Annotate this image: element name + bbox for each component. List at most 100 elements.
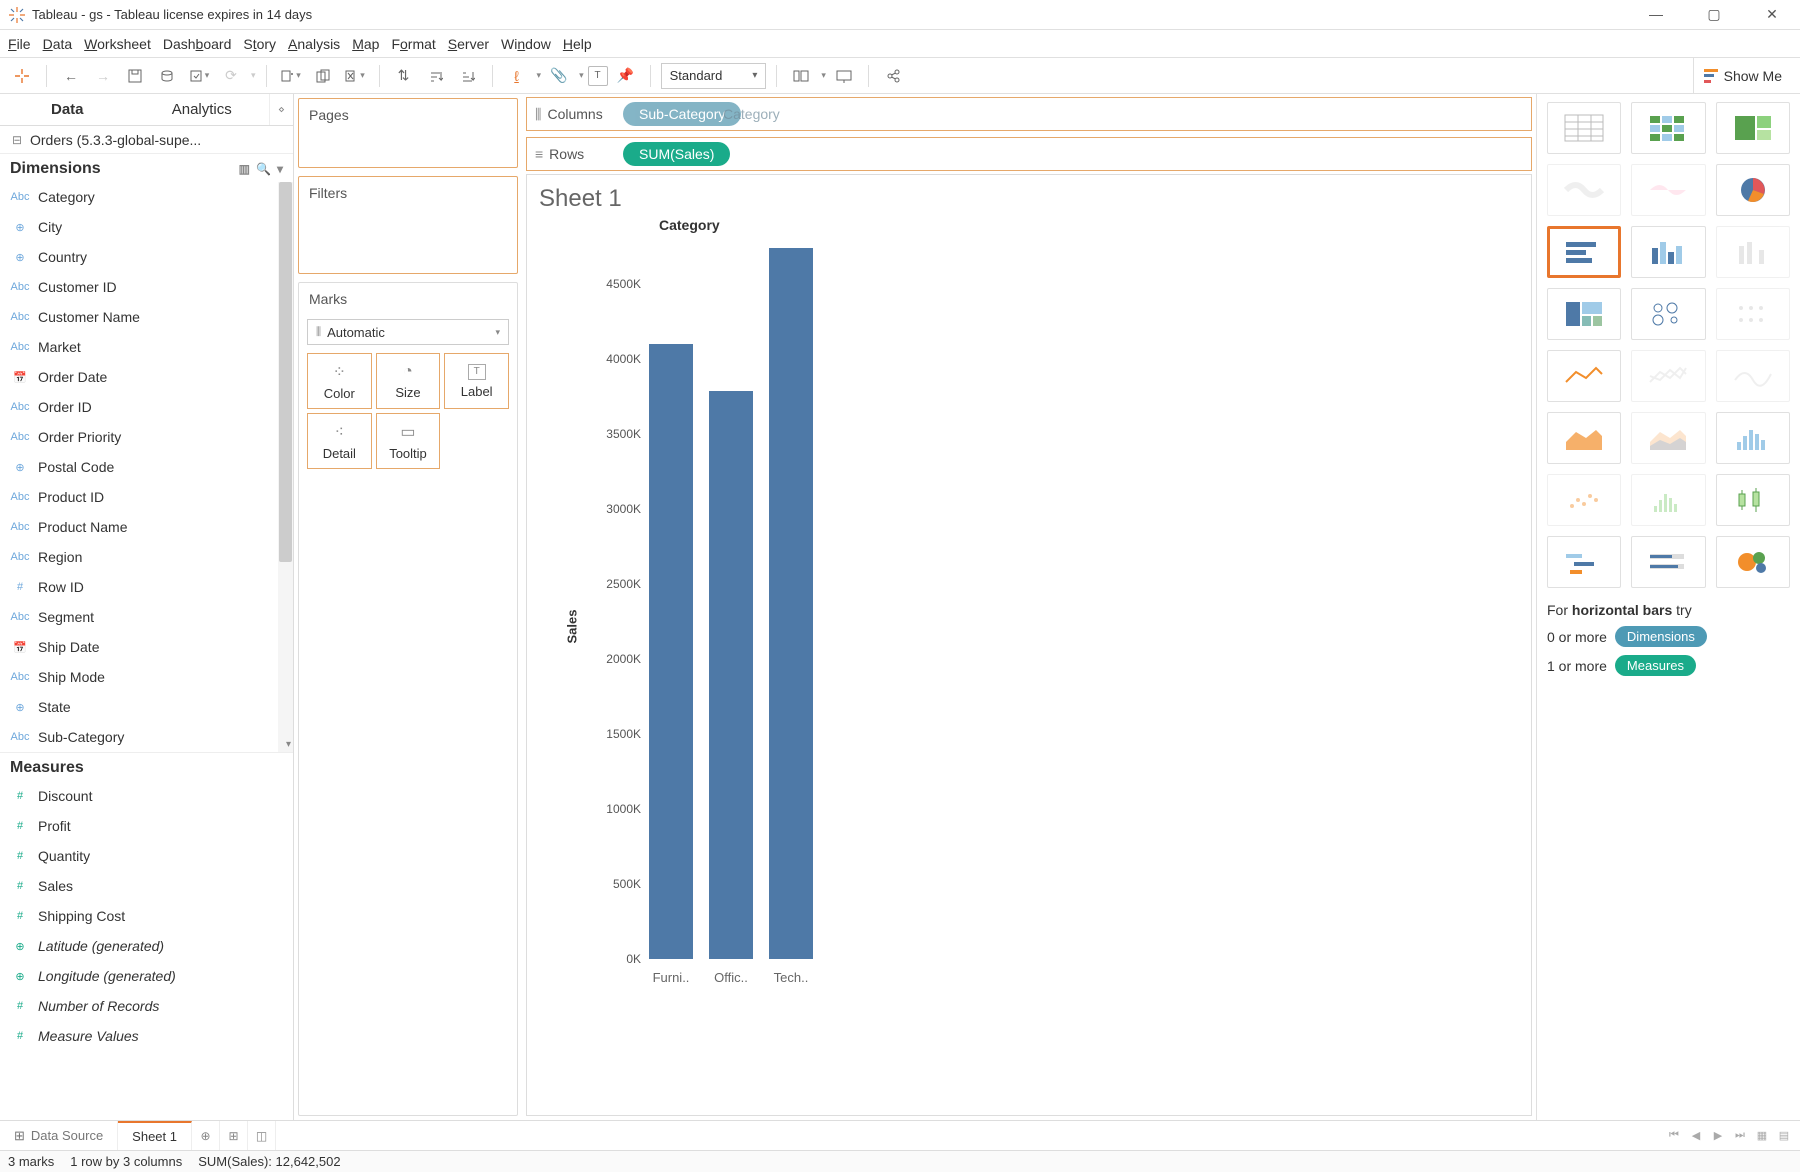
showme-tree[interactable] xyxy=(1716,102,1790,154)
menu-file[interactable]: File xyxy=(8,36,31,52)
search-icon[interactable]: 🔍 xyxy=(256,162,271,176)
menu-data[interactable]: Data xyxy=(43,36,73,52)
cards-button[interactable] xyxy=(787,62,815,90)
chevron-down-icon[interactable]: ▾ xyxy=(286,739,291,750)
save-button[interactable] xyxy=(121,62,149,90)
field-item[interactable]: ⊕Country xyxy=(0,242,277,272)
share-button[interactable] xyxy=(879,62,907,90)
showme-pie[interactable] xyxy=(1716,164,1790,216)
tab-data[interactable]: Data xyxy=(0,94,135,125)
field-item[interactable]: AbcCustomer ID xyxy=(0,272,277,302)
marks-tooltip[interactable]: ▭Tooltip xyxy=(376,413,441,469)
field-item[interactable]: AbcOrder Priority xyxy=(0,422,277,452)
auto-update-button[interactable]: ▾ xyxy=(185,62,213,90)
menu-analysis[interactable]: Analysis xyxy=(288,36,340,52)
menu-format[interactable]: Format xyxy=(391,36,435,52)
field-item[interactable]: ⊕Longitude (generated) xyxy=(0,961,277,991)
field-item[interactable]: #Measure Values xyxy=(0,1021,277,1051)
caret-icon[interactable]: ▾ xyxy=(537,70,542,81)
show-me-button[interactable]: Show Me xyxy=(1693,58,1792,93)
showme-dist[interactable] xyxy=(1631,474,1705,526)
field-item[interactable]: AbcCategory xyxy=(0,182,277,212)
showme-area2[interactable] xyxy=(1631,412,1705,464)
showme-box[interactable] xyxy=(1716,474,1790,526)
field-item[interactable]: AbcOrder ID xyxy=(0,392,277,422)
show-tabs-icon[interactable]: ▦ xyxy=(1752,1129,1772,1142)
field-item[interactable]: #Number of Records xyxy=(0,991,277,1021)
field-item[interactable]: #Row ID xyxy=(0,572,277,602)
showme-table[interactable] xyxy=(1547,102,1621,154)
sidebar-menu-icon[interactable]: ⋄ xyxy=(269,94,293,125)
field-item[interactable]: #Profit xyxy=(0,811,277,841)
scrollbar[interactable]: ▾ xyxy=(278,182,293,752)
field-item[interactable]: AbcProduct Name xyxy=(0,512,277,542)
pill-rows[interactable]: SUM(Sales) xyxy=(623,142,730,166)
menu-story[interactable]: Story xyxy=(243,36,276,52)
refresh-caret-icon[interactable]: ▾ xyxy=(251,70,256,81)
new-story-button[interactable]: ◫ xyxy=(248,1121,276,1150)
showme-map1[interactable] xyxy=(1547,164,1621,216)
field-item[interactable]: 📅Order Date xyxy=(0,362,277,392)
duplicate-button[interactable] xyxy=(309,62,337,90)
sheet-title[interactable]: Sheet 1 xyxy=(539,185,1519,213)
fit-dropdown[interactable]: Standard ▾ xyxy=(661,63,767,89)
showme-hist[interactable] xyxy=(1716,412,1790,464)
marks-color[interactable]: ⁘Color xyxy=(307,353,372,409)
showme-scatter[interactable] xyxy=(1547,474,1621,526)
marks-detail[interactable]: ⁖Detail xyxy=(307,413,372,469)
last-icon[interactable]: ⏭ xyxy=(1730,1129,1750,1142)
menu-server[interactable]: Server xyxy=(448,36,489,52)
minimize-button[interactable]: — xyxy=(1636,6,1676,23)
swap-button[interactable]: ⇅ xyxy=(390,62,418,90)
caret-icon[interactable]: ▾ xyxy=(821,70,826,81)
showme-dots[interactable] xyxy=(1716,288,1790,340)
show-filmstrip-icon[interactable]: ▤ xyxy=(1774,1129,1794,1142)
refresh-button[interactable]: ⟳ xyxy=(217,62,245,90)
sort-desc-button[interactable] xyxy=(454,62,482,90)
field-item[interactable]: #Discount xyxy=(0,781,277,811)
field-item[interactable]: #Sales xyxy=(0,871,277,901)
new-worksheet-button[interactable]: ⊕ xyxy=(192,1121,220,1150)
first-icon[interactable]: ⏮ xyxy=(1664,1129,1684,1142)
field-item[interactable]: AbcProduct ID xyxy=(0,482,277,512)
bar[interactable] xyxy=(709,391,753,960)
showme-hbar[interactable] xyxy=(1547,226,1621,278)
menu-map[interactable]: Map xyxy=(352,36,379,52)
field-item[interactable]: AbcSub-Category xyxy=(0,722,277,752)
bar[interactable] xyxy=(649,344,693,959)
showme-bubble[interactable] xyxy=(1631,288,1705,340)
showme-area1[interactable] xyxy=(1547,412,1621,464)
field-item[interactable]: AbcMarket xyxy=(0,332,277,362)
showme-bullet[interactable] xyxy=(1631,536,1705,588)
caret-icon[interactable]: ▾ xyxy=(579,70,584,81)
field-item[interactable]: AbcShip Mode xyxy=(0,662,277,692)
showme-heat[interactable] xyxy=(1631,102,1705,154)
pill-dragging[interactable]: Sub-Category Category xyxy=(623,102,741,126)
field-item[interactable]: ⊕State xyxy=(0,692,277,722)
menu-dashboard[interactable]: Dashboard xyxy=(163,36,232,52)
showme-line1[interactable] xyxy=(1547,350,1621,402)
field-item[interactable]: AbcSegment xyxy=(0,602,277,632)
menu-worksheet[interactable]: Worksheet xyxy=(84,36,151,52)
labels-button[interactable]: T xyxy=(588,66,608,86)
filters-shelf[interactable]: Filters xyxy=(298,176,518,274)
showme-line2[interactable] xyxy=(1631,350,1705,402)
new-dashboard-button[interactable]: ⊞ xyxy=(220,1121,248,1150)
tableau-icon[interactable] xyxy=(8,62,36,90)
marks-size[interactable]: ◔Size xyxy=(376,353,441,409)
presentation-button[interactable] xyxy=(830,62,858,90)
field-item[interactable]: AbcRegion xyxy=(0,542,277,572)
field-item[interactable]: ⊕Latitude (generated) xyxy=(0,931,277,961)
prev-icon[interactable]: ◀ xyxy=(1686,1129,1706,1142)
view-icon[interactable]: ▥ xyxy=(239,162,250,176)
field-item[interactable]: ⊕City xyxy=(0,212,277,242)
undo-button[interactable]: ← xyxy=(57,62,85,90)
sort-asc-button[interactable] xyxy=(422,62,450,90)
showme-gantt[interactable] xyxy=(1547,536,1621,588)
next-icon[interactable]: ▶ xyxy=(1708,1129,1728,1142)
sheet1-tab[interactable]: Sheet 1 xyxy=(118,1121,192,1150)
close-button[interactable]: ✕ xyxy=(1752,6,1792,23)
new-sheet-button[interactable]: ▾ xyxy=(277,62,305,90)
pages-shelf[interactable]: Pages xyxy=(298,98,518,168)
tab-analytics[interactable]: Analytics xyxy=(135,94,270,125)
